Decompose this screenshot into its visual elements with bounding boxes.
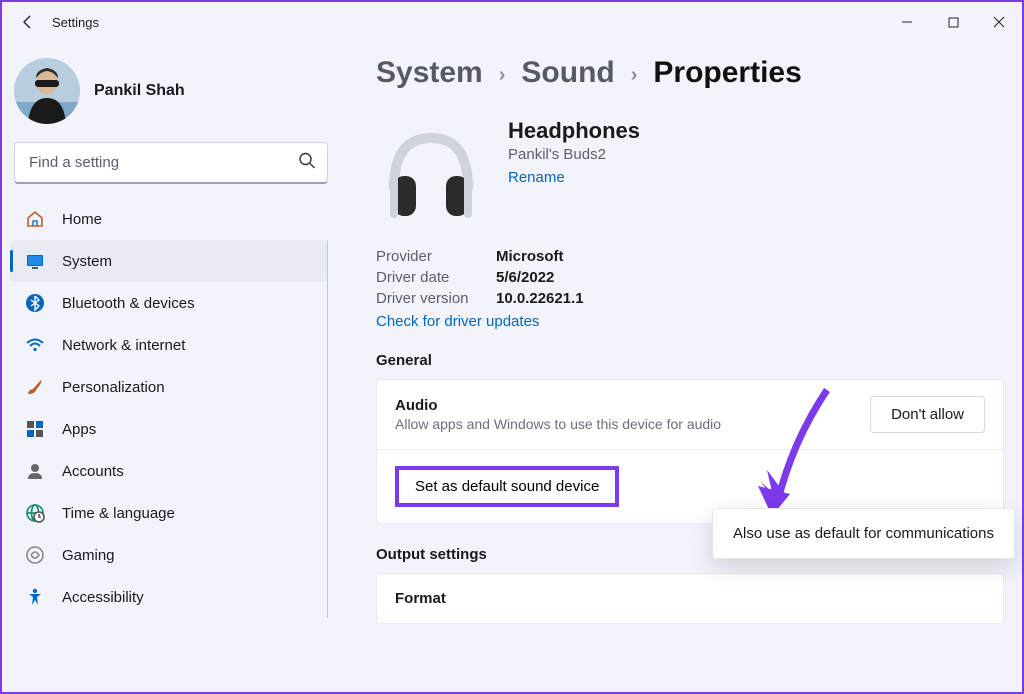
user-name: Pankil Shah [94, 82, 185, 100]
sidebar-item-gaming[interactable]: Gaming [10, 534, 327, 576]
breadcrumb-sound[interactable]: Sound [521, 56, 614, 90]
breadcrumb-properties: Properties [653, 56, 801, 90]
user-profile[interactable]: Pankil Shah [10, 50, 332, 142]
sidebar-item-accounts[interactable]: Accounts [10, 450, 327, 492]
set-default-sound-device[interactable]: Set as default sound device [395, 466, 619, 507]
close-button[interactable] [976, 2, 1022, 42]
chevron-right-icon: › [631, 64, 638, 87]
dont-allow-button[interactable]: Don't allow [870, 396, 985, 433]
brush-icon [24, 376, 46, 398]
sidebar-item-label: Accessibility [62, 589, 144, 606]
chevron-right-icon: › [499, 64, 506, 87]
sidebar-item-label: System [62, 253, 112, 270]
sidebar-item-system[interactable]: System [10, 240, 327, 282]
provider-label: Provider [376, 248, 486, 265]
window-title: Settings [52, 15, 99, 30]
annotation-tooltip[interactable]: Also use as default for communications [712, 508, 1015, 559]
wifi-icon [24, 334, 46, 356]
sidebar-item-label: Apps [62, 421, 96, 438]
sidebar-item-personalization[interactable]: Personalization [10, 366, 327, 408]
maximize-button[interactable] [930, 2, 976, 42]
provider-value: Microsoft [496, 248, 564, 265]
breadcrumb-system[interactable]: System [376, 56, 483, 90]
globe-clock-icon [24, 502, 46, 524]
sidebar-item-network[interactable]: Network & internet [10, 324, 327, 366]
minimize-button[interactable] [884, 2, 930, 42]
sidebar-item-label: Gaming [62, 547, 115, 564]
sidebar-item-accessibility[interactable]: Accessibility [10, 576, 327, 618]
sidebar-item-bluetooth[interactable]: Bluetooth & devices [10, 282, 327, 324]
back-button[interactable] [12, 6, 44, 38]
driver-date-label: Driver date [376, 269, 486, 286]
sidebar-item-label: Bluetooth & devices [62, 295, 195, 312]
sidebar-item-home[interactable]: Home [10, 198, 328, 240]
rename-link[interactable]: Rename [508, 169, 640, 186]
search-input[interactable] [14, 142, 328, 184]
avatar [14, 58, 80, 124]
home-icon [24, 208, 46, 230]
device-title: Headphones [508, 118, 640, 144]
search-icon [298, 152, 316, 175]
format-title: Format [395, 590, 446, 607]
sidebar-item-label: Time & language [62, 505, 175, 522]
sidebar-item-label: Network & internet [62, 337, 185, 354]
accessibility-icon [24, 586, 46, 608]
headphones-icon [376, 118, 486, 228]
sidebar-item-time[interactable]: Time & language [10, 492, 327, 534]
person-icon [24, 460, 46, 482]
audio-title: Audio [395, 397, 854, 414]
driver-version-value: 10.0.22621.1 [496, 290, 584, 307]
sidebar-item-label: Personalization [62, 379, 165, 396]
audio-desc: Allow apps and Windows to use this devic… [395, 416, 854, 432]
device-subtitle: Pankil's Buds2 [508, 146, 640, 163]
sidebar-item-apps[interactable]: Apps [10, 408, 327, 450]
apps-icon [24, 418, 46, 440]
check-updates-link[interactable]: Check for driver updates [376, 313, 1004, 330]
sidebar-item-label: Home [62, 211, 102, 228]
audio-panel: Audio Allow apps and Windows to use this… [376, 379, 1004, 524]
gaming-icon [24, 544, 46, 566]
system-icon [24, 250, 46, 272]
driver-date-value: 5/6/2022 [496, 269, 554, 286]
driver-version-label: Driver version [376, 290, 486, 307]
bluetooth-icon [24, 292, 46, 314]
general-heading: General [376, 352, 1004, 369]
breadcrumb: System › Sound › Properties [376, 56, 1004, 90]
sidebar-item-label: Accounts [62, 463, 124, 480]
format-panel[interactable]: Format [376, 573, 1004, 624]
